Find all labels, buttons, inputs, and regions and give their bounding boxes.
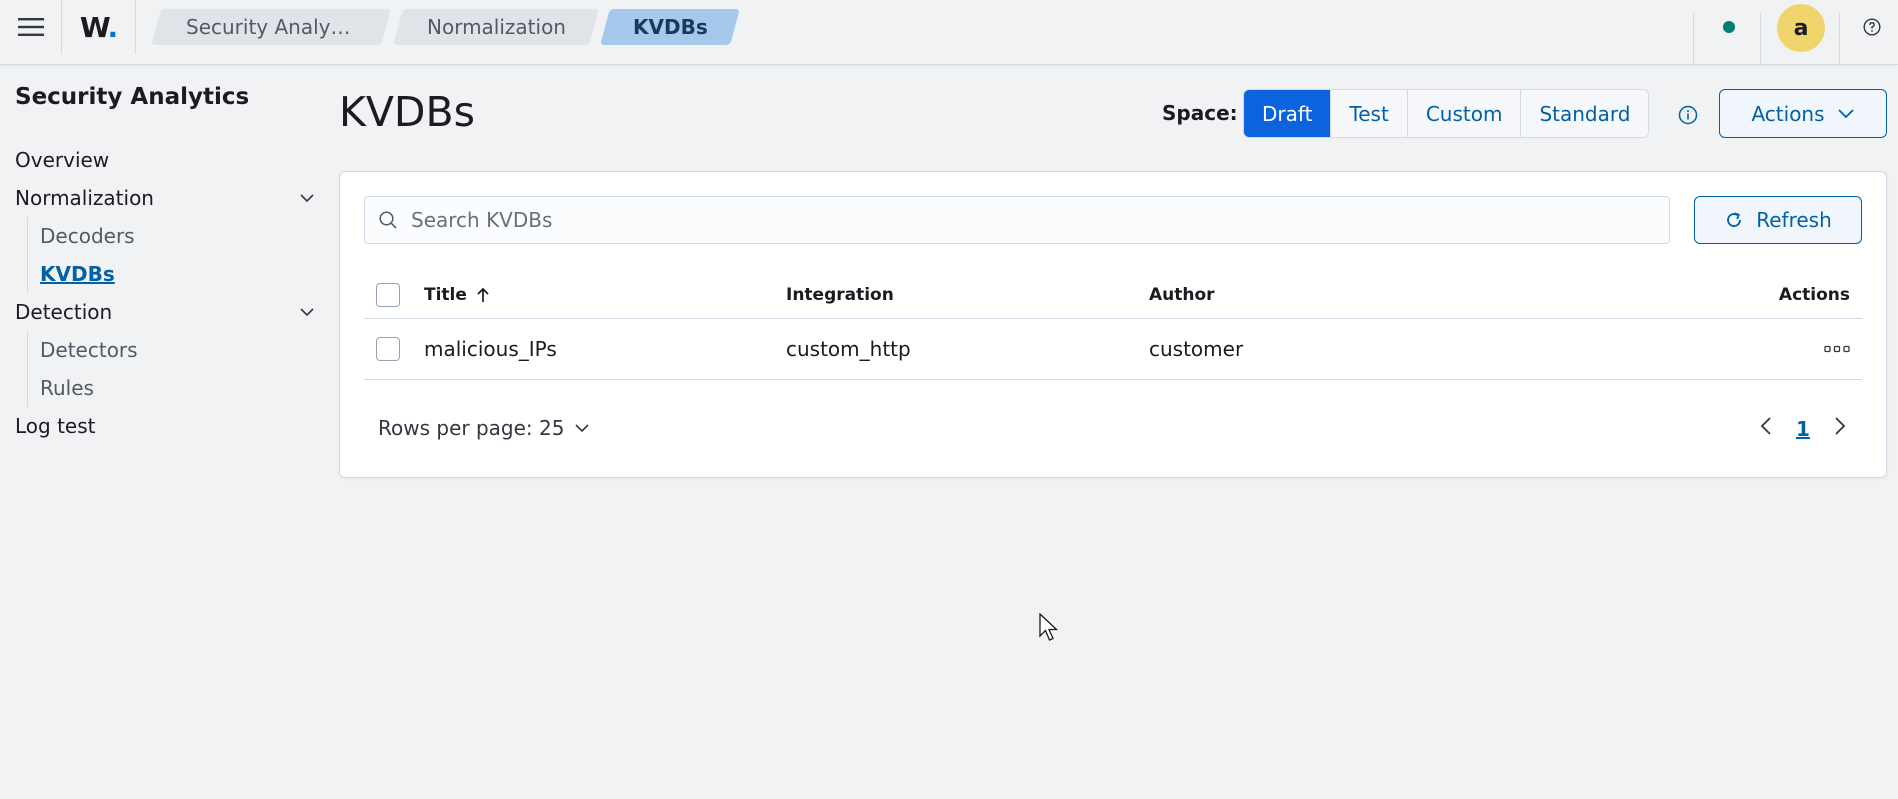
- breadcrumb-security-analytics[interactable]: Security Analytics: [151, 9, 391, 45]
- chevron-down-icon: [575, 424, 590, 433]
- sidebar-title: Security Analytics: [15, 84, 250, 110]
- row-checkbox[interactable]: [376, 337, 400, 361]
- row-title: malicious_IPs: [424, 337, 557, 361]
- header-divider: [1839, 13, 1840, 65]
- space-option-test[interactable]: Test: [1331, 90, 1408, 137]
- sidebar-item-log-test[interactable]: Log test: [15, 407, 315, 445]
- column-header-title[interactable]: Title: [424, 285, 786, 305]
- sidebar-nav: Security Analytics Overview Normalizatio…: [15, 84, 320, 445]
- previous-page-button[interactable]: [1760, 416, 1772, 441]
- column-header-actions: Actions: [1778, 285, 1850, 305]
- chevron-down-icon: [300, 308, 314, 317]
- help-icon: [1863, 18, 1881, 36]
- next-page-button[interactable]: [1834, 416, 1846, 441]
- user-avatar[interactable]: a: [1777, 4, 1825, 52]
- more-horizontal-icon: [1824, 345, 1850, 353]
- space-option-standard[interactable]: Standard: [1521, 90, 1649, 137]
- space-selector: Draft Test Custom Standard: [1243, 89, 1650, 138]
- help-button[interactable]: [1862, 17, 1882, 37]
- top-header: W. Security Analytics Normalization KVDB…: [0, 0, 1898, 65]
- header-divider: [1760, 13, 1761, 65]
- sidebar-subnav-normalization: Decoders KVDBs: [27, 217, 320, 293]
- kvdbs-panel: Refresh Title Integration Author Actions…: [339, 171, 1887, 478]
- breadcrumb-kvdbs: KVDBs: [600, 9, 740, 45]
- sidebar-item-detection[interactable]: Detection: [15, 293, 315, 331]
- sidebar-item-rules[interactable]: Rules: [40, 369, 316, 407]
- logo-icon: W.: [79, 10, 118, 44]
- info-icon: [1678, 105, 1698, 125]
- page-title: KVDBs: [339, 88, 475, 136]
- search-icon: [365, 210, 411, 230]
- kvdbs-table: Title Integration Author Actions malicio…: [364, 272, 1862, 380]
- column-header-author[interactable]: Author: [1149, 285, 1549, 305]
- refresh-button[interactable]: Refresh: [1694, 196, 1862, 244]
- breadcrumb-normalization[interactable]: Normalization: [393, 9, 599, 45]
- row-integration: custom_http: [786, 337, 911, 361]
- space-label: Space:: [1162, 101, 1238, 125]
- sidebar-item-kvdbs[interactable]: KVDBs: [40, 255, 316, 293]
- select-all-checkbox[interactable]: [376, 283, 400, 307]
- sidebar-item-decoders[interactable]: Decoders: [40, 217, 316, 255]
- chevron-down-icon: [1837, 109, 1854, 119]
- health-status-icon[interactable]: [1723, 21, 1735, 33]
- rows-per-page-selector[interactable]: Rows per page: 25: [378, 416, 590, 440]
- row-actions-button[interactable]: [1824, 336, 1850, 362]
- table-row: malicious_IPs custom_http customer: [364, 319, 1862, 380]
- chevron-right-icon: [1835, 417, 1846, 435]
- page-number-1[interactable]: 1: [1796, 417, 1810, 441]
- column-header-integration[interactable]: Integration: [786, 285, 1149, 305]
- table-header: Title Integration Author Actions: [364, 272, 1862, 319]
- sidebar-subnav-detection: Detectors Rules: [27, 331, 320, 407]
- pagination: 1: [1760, 416, 1846, 441]
- search-box[interactable]: [364, 196, 1670, 244]
- search-input[interactable]: [411, 208, 1651, 232]
- sort-ascending-icon: [477, 287, 489, 302]
- chevron-down-icon: [300, 194, 314, 203]
- space-info-button[interactable]: [1677, 104, 1699, 126]
- actions-button[interactable]: Actions: [1719, 89, 1887, 138]
- refresh-icon: [1727, 212, 1742, 227]
- sidebar-item-normalization[interactable]: Normalization: [15, 179, 315, 217]
- row-author: customer: [1149, 337, 1244, 361]
- header-divider: [1693, 13, 1694, 65]
- mouse-cursor-icon: [1039, 613, 1059, 641]
- chevron-left-icon: [1760, 417, 1771, 435]
- home-logo[interactable]: W.: [62, 0, 136, 54]
- space-option-custom[interactable]: Custom: [1407, 90, 1522, 137]
- sidebar-item-overview[interactable]: Overview: [15, 141, 315, 179]
- sidebar-item-detectors[interactable]: Detectors: [40, 331, 316, 369]
- space-option-draft[interactable]: Draft: [1244, 90, 1332, 137]
- hamburger-icon: [17, 18, 44, 36]
- menu-button[interactable]: [0, 0, 62, 54]
